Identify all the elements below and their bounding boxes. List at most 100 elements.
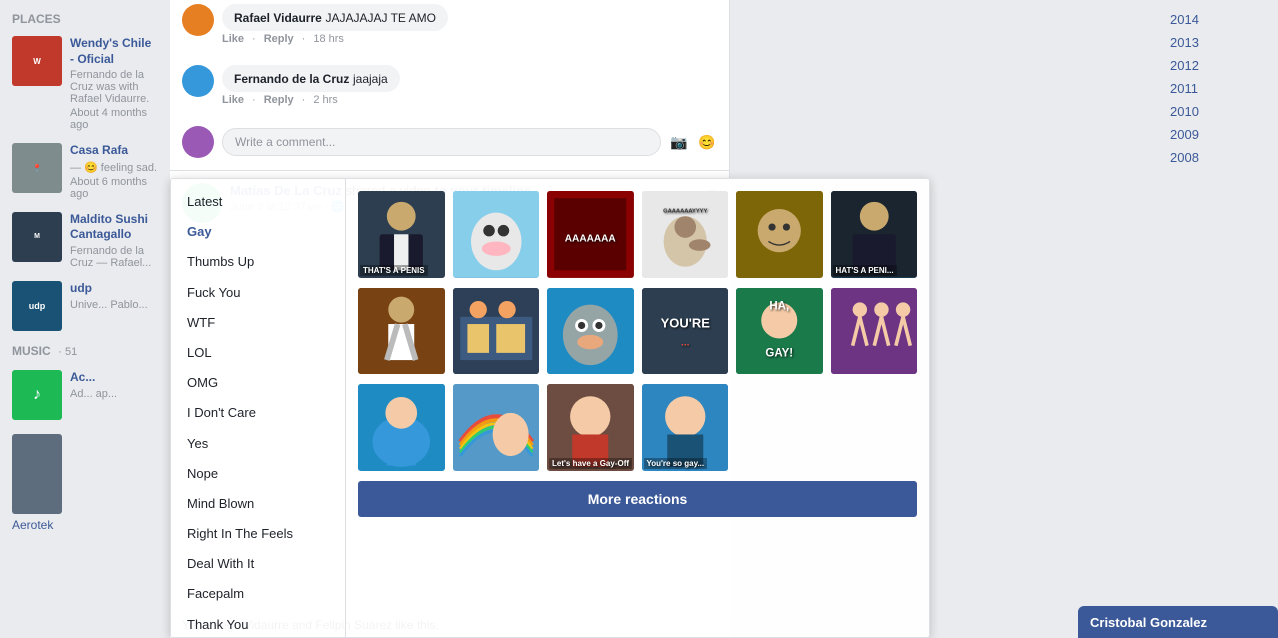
year-2009[interactable]: 2009 [1158,123,1278,146]
reaction-cell-10[interactable]: YOU'RE ... [642,288,729,375]
avatar [182,4,214,36]
left-sidebar: PLACES W Wendy's Chile - Oficial Fernand… [0,0,170,638]
comment-actions: Like · Reply · 2 hrs [222,92,400,110]
menu-item-i-dont-care[interactable]: I Don't Care [171,398,345,428]
menu-item-thumbs-up[interactable]: Thumbs Up [171,247,345,277]
reactions-menu: Latest Gay Thumbs Up Fuck You WTF LOL OM… [171,179,346,637]
svg-text:HA,: HA, [769,300,789,312]
place-thumb: W [12,36,62,86]
place-meta: Fernando de la Cruz — Rafael... [70,245,158,269]
grid-row-1: THAT'S A PENIS [358,191,917,278]
reply-link[interactable]: Reply [264,33,294,45]
menu-item-yes[interactable]: Yes [171,429,345,459]
menu-item-wtf[interactable]: WTF [171,308,345,338]
separator: · [252,33,256,45]
comment-text: JAJAJAJAJ TE AMO [325,11,435,25]
place-thumb: M [12,212,62,262]
reaction-cell-13[interactable] [358,384,445,471]
like-link[interactable]: Like [222,94,244,106]
comment-author: Fernando de la Cruz [234,72,349,86]
music-item[interactable]: ♪ Ac... Ad... ap... [0,364,170,426]
reaction-cell-5[interactable] [736,191,823,278]
menu-item-omg[interactable]: OMG [171,368,345,398]
reaction-cell-11[interactable]: HA, GAY! [736,288,823,375]
comment-text: jaajaja [353,72,388,86]
emoji-icon[interactable]: 😊 [697,132,717,152]
music-section: MUSIC · 51 [0,337,170,364]
reaction-cell-6[interactable]: HAT'S A PENI... [831,191,918,278]
separator: · [252,94,256,106]
grid-row-2: YOU'RE ... HA, GAY! [358,288,917,375]
camera-icon[interactable]: 📷 [669,132,689,152]
reaction-cell-12[interactable] [831,288,918,375]
place-name: udp [70,281,158,297]
reply-link[interactable]: Reply [264,94,294,106]
reaction-cell-15[interactable]: Let's have a Gay-Off [547,384,634,471]
avatar [182,65,214,97]
music-meta: Ad... ap... [70,388,158,400]
separator: · [302,94,306,106]
place-thumb: 📍 [12,143,62,193]
place-item[interactable]: 📍 Casa Rafa — 😊 feeling sad. About 6 mon… [0,137,170,206]
reaction-cell-empty-1 [736,384,823,471]
menu-item-facepalm[interactable]: Facepalm [171,579,345,609]
comment-time: 18 hrs [313,33,344,45]
year-2011[interactable]: 2011 [1158,77,1278,100]
separator: · [302,33,306,45]
place-item[interactable]: M Maldito Sushi Cantagallo Fernando de l… [0,206,170,275]
grid-row-3: Let's have a Gay-Off You're so gay... [358,384,917,471]
menu-item-fuck-you[interactable]: Fuck You [171,278,345,308]
comment-input[interactable]: Write a comment... [222,128,661,156]
reactions-overlay: Latest Gay Thumbs Up Fuck You WTF LOL OM… [170,178,930,638]
year-2012[interactable]: 2012 [1158,54,1278,77]
menu-item-gay[interactable]: Gay [171,217,345,247]
write-comment-area: Write a comment... 📷 😊 [170,118,729,166]
menu-item-lol[interactable]: LOL [171,338,345,368]
right-sidebar: 2014 2013 2012 2011 2010 2009 2008 [1158,0,1278,638]
year-2014[interactable]: 2014 [1158,8,1278,31]
year-2008[interactable]: 2008 [1158,146,1278,169]
reaction-cell-16[interactable]: You're so gay... [642,384,729,471]
reaction-cell-1[interactable]: THAT'S A PENIS [358,191,445,278]
place-thumb: udp [12,281,62,331]
reaction-cell-14[interactable] [453,384,540,471]
reaction-cell-2[interactable] [453,191,540,278]
more-reactions-button[interactable]: More reactions [358,481,917,517]
menu-item-thank-you[interactable]: Thank You [171,610,345,638]
reaction-cell-9[interactable] [547,288,634,375]
place-time: About 6 months ago [70,176,158,200]
reaction-cell-7[interactable] [358,288,445,375]
music-title: MUSIC [12,344,51,358]
place-time: About 4 months ago [70,107,158,131]
svg-text:GAY!: GAY! [765,347,793,359]
reaction-cell-8[interactable] [453,288,540,375]
year-2013[interactable]: 2013 [1158,31,1278,54]
places-title: PLACES [0,8,170,30]
place-item[interactable]: W Wendy's Chile - Oficial Fernando de la… [0,30,170,137]
place-name: Wendy's Chile - Oficial [70,36,158,67]
menu-item-latest[interactable]: Latest [171,187,345,217]
place-name: Maldito Sushi Cantagallo [70,212,158,243]
svg-text:AAAAAAA: AAAAAAA [565,233,617,244]
svg-text:...: ... [681,337,690,348]
place-name: Casa Rafa [70,143,158,159]
music-badge: · 51 [58,346,77,358]
music-name: Ac... [70,370,158,386]
year-2010[interactable]: 2010 [1158,100,1278,123]
comment-item: Fernando de la Cruz jaajaja Like · Reply… [170,57,729,118]
comment-author: Rafael Vidaurre [234,11,322,25]
bottom-bar[interactable]: Cristobal Gonzalez [1078,606,1278,638]
place-meta: Fernando de la Cruz was with Rafael Vida… [70,69,158,105]
svg-text:GAAAAAAYYYY: GAAAAAAYYYY [663,209,707,215]
menu-item-deal-with-it[interactable]: Deal With It [171,549,345,579]
like-link[interactable]: Like [222,33,244,45]
menu-item-mind-blown[interactable]: Mind Blown [171,489,345,519]
place-meta: — 😊 feeling sad. [70,161,158,174]
place-item[interactable]: udp udp Unive... Pablo... [0,275,170,337]
reaction-cell-3[interactable]: AAAAAAA [547,191,634,278]
reaction-cell-empty-2 [831,384,918,471]
reaction-cell-4[interactable]: GAAAAAAYYYY [642,191,729,278]
menu-item-nope[interactable]: Nope [171,459,345,489]
menu-item-right-in-the-feels[interactable]: Right In The Feels [171,519,345,549]
comment-bubble: Rafael Vidaurre JAJAJAJAJ TE AMO [222,4,448,31]
